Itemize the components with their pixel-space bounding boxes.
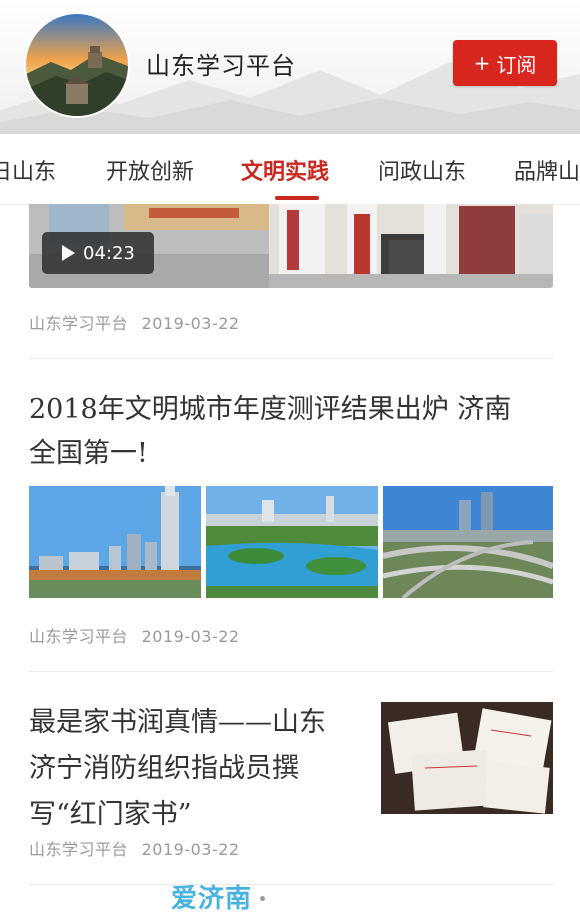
letters-photo (381, 702, 553, 814)
play-icon (62, 245, 75, 261)
city-skyline-photo (29, 486, 201, 598)
article-source: 山东学习平台 (29, 840, 129, 859)
divider (29, 671, 553, 672)
article-meta: 山东学习平台 2019-03-22 (29, 836, 240, 860)
category-tabs: 日山东 开放创新 文明实践 问政山东 品牌山 (0, 134, 580, 205)
avatar-landscape-image (26, 14, 128, 116)
subscribe-button[interactable]: + 订阅 (453, 40, 557, 86)
subscribe-label: 订阅 (496, 52, 537, 77)
tab-open-innovation[interactable]: 开放创新 (106, 154, 194, 186)
article-title[interactable]: 最是家书润真情——山东 济宁消防组织指战员撰 写“红门家书” (29, 700, 359, 838)
channel-header: 山东学习平台 + 订阅 (0, 0, 580, 134)
article-title-line: 2018年文明城市年度测评结果出炉 济南 (29, 394, 512, 425)
channel-title: 山东学习平台 (146, 52, 296, 80)
article-title-line: 最是家书润真情——山东 (29, 707, 326, 738)
article-meta: 山东学习平台 2019-03-22 (29, 310, 240, 334)
tab-civilization-practice[interactable]: 文明实践 (241, 154, 329, 186)
tab-brand[interactable]: 品牌山 (514, 154, 580, 186)
logo-dot: • (258, 891, 268, 908)
highway-interchange-photo (383, 486, 553, 598)
article-date: 2019-03-22 (141, 627, 240, 646)
article-date: 2019-03-22 (141, 314, 240, 333)
article-title-line: 济宁消防组织指战员撰 (29, 753, 299, 784)
ai-jinan-logo: 爱济南 • (171, 878, 268, 913)
article-source: 山东学习平台 (29, 314, 129, 333)
divider (29, 884, 553, 885)
divider (29, 358, 553, 359)
article-date: 2019-03-22 (141, 840, 240, 859)
app-page: 山东学习平台 + 订阅 日山东 开放创新 文明实践 问政山东 品牌山 (0, 0, 580, 913)
article-source: 山东学习平台 (29, 627, 129, 646)
article-thumbnail[interactable] (381, 702, 553, 814)
tab-political-inquiry[interactable]: 问政山东 (378, 154, 466, 186)
lake-photo (206, 486, 378, 598)
article-title-line: 写“红门家书” (29, 799, 192, 830)
article-photo[interactable] (206, 486, 378, 598)
active-tab-indicator (275, 196, 319, 200)
video-duration: 04:23 (83, 242, 135, 264)
article-meta: 山东学习平台 2019-03-22 (29, 623, 240, 647)
article-title-line: 全国第一! (29, 438, 148, 469)
logo-text: 爱济南 (171, 884, 253, 913)
plus-icon: + (473, 51, 491, 75)
article-title[interactable]: 2018年文明城市年度测评结果出炉 济南 全国第一! (29, 388, 549, 476)
video-duration-badge: 04:23 (42, 232, 154, 274)
tab-shandong-daily[interactable]: 日山东 (0, 154, 56, 186)
article-photo[interactable] (29, 486, 201, 598)
article-photo[interactable] (383, 486, 553, 598)
channel-avatar[interactable] (26, 14, 128, 116)
